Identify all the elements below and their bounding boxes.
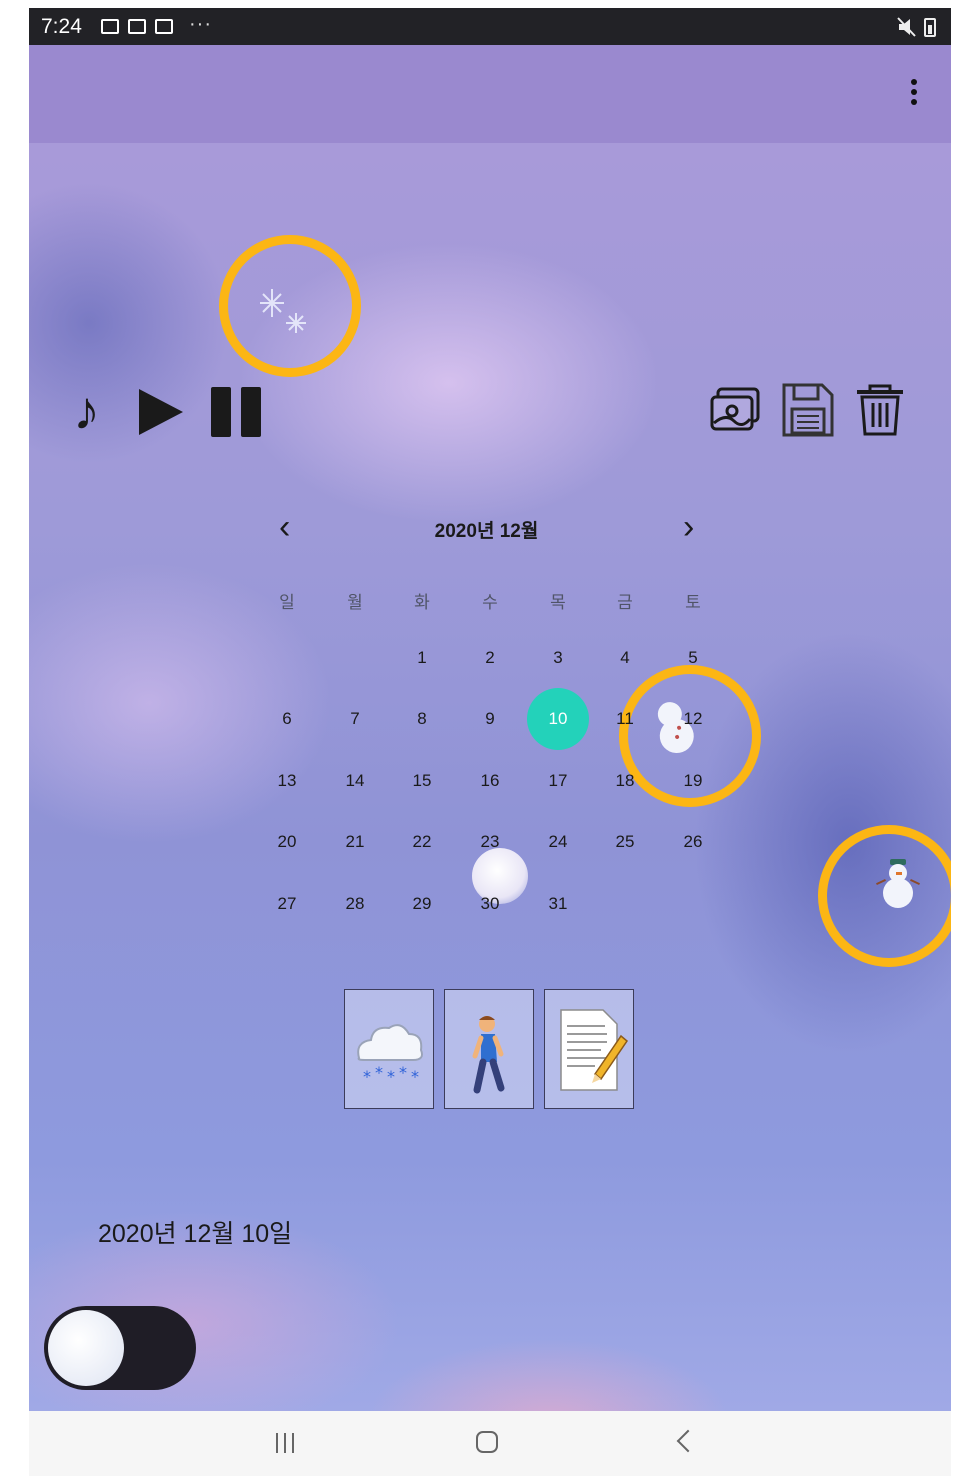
play-icon[interactable] [139,389,183,435]
weekday-label: 월 [347,593,363,612]
weekday-label: 수 [482,593,498,612]
more-notifications-icon: ··· [189,13,212,35]
nav-bar [29,1411,951,1476]
app-screen: 7:24 ··· ♪ ‹ 2020년 12월 › 일 월 화 수 목 금 토 1… [29,8,951,1476]
calendar-day[interactable]: 1 [402,638,442,678]
calendar-day[interactable]: 11 [605,699,645,739]
calendar-day[interactable]: 20 [267,822,307,862]
svg-text:*: * [399,1063,407,1082]
calendar-day[interactable]: 6 [267,699,307,739]
back-icon[interactable] [676,1429,700,1453]
app-bar [29,45,951,143]
mute-icon [897,17,936,37]
calendar-day[interactable]: 9 [470,699,510,739]
calendar-day[interactable]: 29 [402,884,442,924]
more-vert-icon[interactable] [907,79,921,109]
calendar-day[interactable]: 27 [267,884,307,924]
calendar-day[interactable]: 16 [470,761,510,801]
svg-text:*: * [363,1067,371,1086]
calendar-day[interactable]: 26 [673,822,713,862]
calendar-day[interactable]: 17 [538,761,578,801]
calendar-day[interactable]: 8 [402,699,442,739]
calendar-day[interactable]: 24 [538,822,578,862]
chevron-right-icon[interactable]: › [683,510,694,544]
calendar-day[interactable]: 13 [267,761,307,801]
weekday-label: 화 [414,593,430,612]
snowman-icon [876,859,922,911]
person-walking-icon [472,1016,505,1094]
calendar-day[interactable]: 7 [335,699,375,739]
calendar: ‹ 2020년 12월 › 일 월 화 수 목 금 토 1 2 3 4 5 6 … [249,498,724,918]
svg-text:*: * [375,1063,383,1082]
calendar-day[interactable]: 18 [605,761,645,801]
home-icon[interactable] [476,1431,498,1453]
calendar-day[interactable]: 30 [470,884,510,924]
gallery-icon[interactable] [710,383,762,437]
sky-background: ♪ ‹ 2020년 12월 › 일 월 화 수 목 금 토 1 2 3 4 5 … [29,143,951,1411]
recents-icon[interactable] [274,1433,296,1453]
calendar-day[interactable]: 12 [673,699,713,739]
weekday-label: 일 [279,593,295,612]
calendar-day[interactable]: 22 [402,822,442,862]
toggle-switch[interactable] [44,1306,196,1390]
snow-cloud-tile[interactable]: * * * * * [344,989,434,1109]
status-bar: 7:24 ··· [29,8,951,45]
mute-battery-icons [897,17,939,42]
toggle-thumb [48,1310,124,1386]
gallery-notification-icon [101,19,119,34]
calendar-day-selected[interactable]: 10 [527,688,589,750]
calendar-day[interactable]: 28 [335,884,375,924]
calendar-day[interactable]: 5 [673,638,713,678]
save-icon[interactable] [782,383,834,437]
calendar-day[interactable]: 2 [470,638,510,678]
person-walking-tile[interactable] [444,989,534,1109]
calendar-day[interactable]: 3 [538,638,578,678]
calendar-day[interactable]: 23 [470,822,510,862]
mail-notification-icon [155,19,173,34]
memo-tile[interactable] [544,989,634,1109]
memo-icon [560,1009,629,1091]
calendar-day[interactable]: 31 [538,884,578,924]
delete-icon[interactable] [854,383,906,437]
weekday-label: 금 [617,593,633,612]
calendar-day[interactable]: 14 [335,761,375,801]
music-note-icon[interactable]: ♪ [73,381,100,441]
contact-card-notification-icon [128,19,146,34]
svg-text:*: * [387,1067,395,1086]
calendar-day[interactable]: 15 [402,761,442,801]
snow-cloud-icon: * * * * * [357,1024,423,1086]
calendar-title: 2020년 12월 [434,521,539,542]
calendar-day[interactable]: 21 [335,822,375,862]
calendar-day[interactable]: 19 [673,761,713,801]
highlight-circle [219,235,361,377]
weekday-label: 목 [550,593,566,612]
svg-text:*: * [411,1067,419,1086]
status-time: 7:24 [41,15,82,38]
calendar-day[interactable]: 25 [605,822,645,862]
pause-icon[interactable] [211,387,263,437]
selected-date-label: 2020년 12월 10일 [98,1220,293,1248]
calendar-day[interactable]: 4 [605,638,645,678]
weekday-label: 토 [685,593,701,612]
